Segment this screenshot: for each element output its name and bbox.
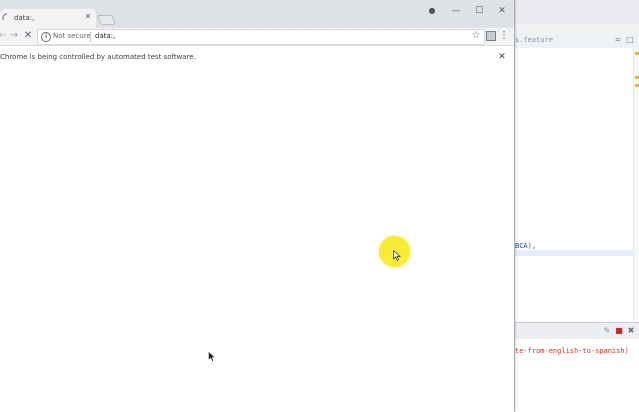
browser-toolbar: ← → ✕ i Not secure data:, ☆ ⋮ [0, 28, 514, 45]
browser-window: data:, ✕ ● — ☐ ✕ ← → ✕ i Not secure data… [0, 0, 514, 412]
ide-console-output[interactable]: te-from-english-to-spanish) [515, 339, 639, 412]
extension-icon[interactable] [486, 31, 496, 41]
ide-current-line-highlight [515, 250, 633, 256]
account-icon[interactable]: ● [425, 4, 439, 18]
ide-code-line: BCA), [515, 242, 537, 250]
url-text[interactable]: data:, [95, 32, 115, 40]
forward-button[interactable]: → [7, 29, 21, 43]
ide-overview-ruler[interactable] [633, 48, 639, 320]
automation-infobar: Chrome is being controlled by automated … [0, 45, 514, 70]
ide-editor-tab-bar: s.feature = □ [515, 34, 639, 49]
ide-minimize-view-button[interactable]: = [614, 36, 622, 44]
address-bar-divider [90, 32, 91, 42]
ide-console-header: ✎ ■ ✖ [515, 322, 639, 340]
ide-code-editor[interactable]: BCA), [515, 48, 633, 320]
loading-spinner-icon [2, 13, 8, 21]
page-viewport[interactable] [0, 69, 514, 412]
mouse-pointer-icon [393, 250, 401, 261]
ide-maximize-view-button[interactable]: □ [626, 36, 634, 44]
ide-editor-tab[interactable]: s.feature [515, 36, 553, 44]
browser-menu-icon[interactable]: ⋮ [499, 29, 509, 43]
ide-window: s.feature = □ BCA), ✎ ■ ✖ te-from-englis… [514, 0, 639, 412]
security-indicator[interactable]: Not secure [53, 32, 91, 40]
maximize-button[interactable]: ☐ [472, 4, 486, 18]
ide-titlebar [515, 0, 639, 25]
desktop: s.feature = □ BCA), ✎ ■ ✖ te-from-englis… [0, 0, 639, 412]
ide-warning-marker[interactable] [635, 84, 639, 87]
address-bar[interactable]: i Not secure data:, ☆ [37, 29, 485, 45]
mouse-pointer-icon [208, 351, 216, 362]
ide-warning-marker[interactable] [635, 76, 639, 79]
minimize-button[interactable]: — [449, 4, 463, 18]
tab-close-icon[interactable]: ✕ [83, 12, 93, 22]
console-output-line: te-from-english-to-spanish) [515, 347, 629, 355]
ide-warning-marker[interactable] [635, 52, 639, 55]
remove-launch-icon[interactable]: ✖ [627, 327, 635, 335]
bookmark-star-icon[interactable]: ☆ [470, 30, 482, 42]
browser-tab[interactable]: data:, ✕ [0, 9, 96, 28]
browser-titlebar[interactable]: data:, ✕ ● — ☐ ✕ [0, 0, 514, 28]
pin-icon[interactable]: ✎ [603, 327, 611, 335]
window-close-button[interactable]: ✕ [495, 4, 509, 18]
terminate-icon[interactable]: ■ [615, 327, 623, 335]
stop-loading-button[interactable]: ✕ [21, 29, 35, 43]
tab-title: data:, [14, 14, 35, 22]
new-tab-button[interactable] [97, 15, 116, 25]
ide-toolbar [515, 24, 639, 34]
info-icon[interactable]: i [41, 32, 51, 42]
infobar-message: Chrome is being controlled by automated … [0, 53, 196, 61]
infobar-close-icon[interactable]: ✕ [496, 51, 508, 63]
